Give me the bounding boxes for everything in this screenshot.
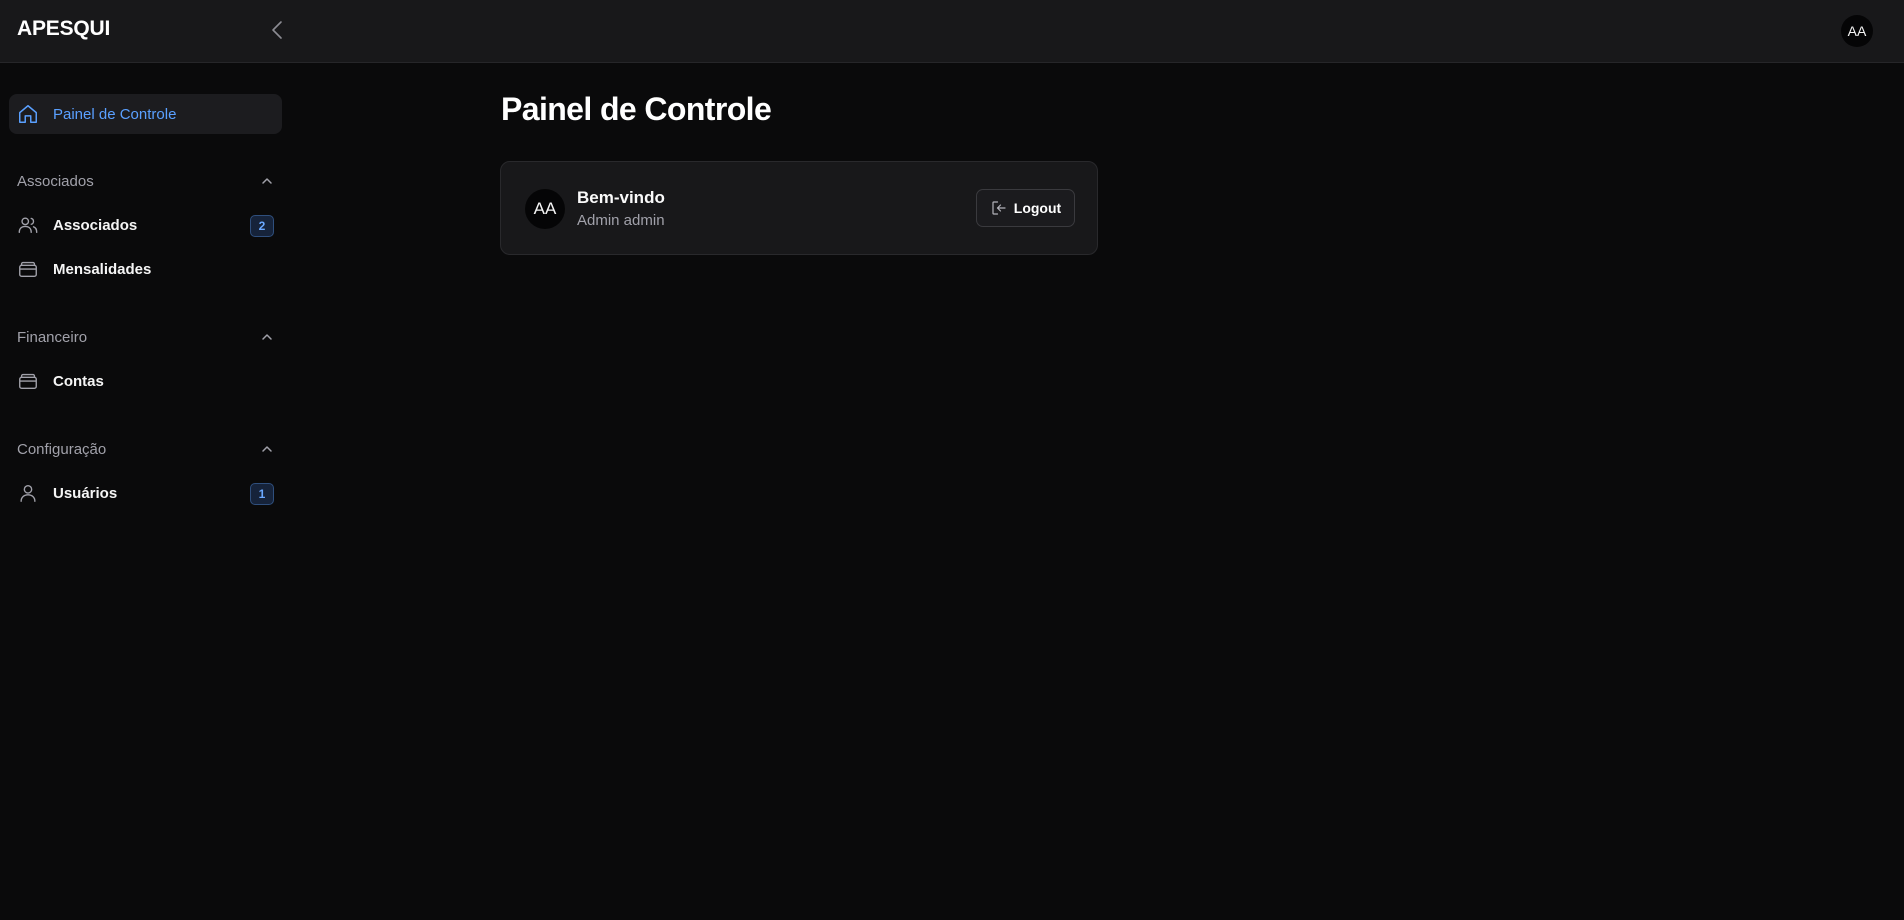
section-header-associados[interactable]: Associados (17, 169, 275, 193)
logout-label: Logout (1013, 200, 1062, 216)
sidebar-item-label: Contas (53, 372, 104, 390)
logout-icon (992, 201, 1006, 215)
welcome-card: AA Bem-vindo Admin admin Logout (500, 161, 1098, 255)
section-header-financeiro[interactable]: Financeiro (17, 325, 275, 349)
home-icon (19, 105, 37, 123)
section-header-configuracao[interactable]: Configuração (17, 437, 275, 461)
sidebar-item-usuarios[interactable]: Usuários 1 (9, 473, 282, 513)
user-icon (20, 484, 36, 502)
sidebar-item-label: Usuários (53, 484, 118, 502)
logout-button[interactable]: Logout (976, 189, 1075, 227)
sidebar-item-label: Painel de Controle (53, 105, 177, 123)
sidebar-item-label: Mensalidades (53, 260, 152, 278)
count-badge: 2 (250, 215, 274, 237)
user-avatar-button[interactable]: AA (1841, 15, 1873, 47)
wallet-icon (19, 261, 37, 278)
wallet-icon (19, 373, 37, 390)
top-bar: APESQUI AA (0, 0, 1904, 63)
section-title: Configuração (17, 440, 107, 458)
sidebar-item-painel-de-controle[interactable]: Painel de Controle (9, 94, 282, 134)
section-title: Associados (17, 172, 94, 190)
sidebar: Painel de Controle Associados Associados… (0, 63, 290, 920)
sidebar-collapse-button[interactable] (266, 18, 288, 42)
sidebar-item-associados[interactable]: Associados 2 (9, 205, 282, 245)
user-name: Admin admin (577, 212, 665, 229)
chevron-up-icon (262, 178, 272, 184)
chevron-up-icon (262, 334, 272, 340)
avatar: AA (525, 189, 565, 229)
users-icon (18, 217, 38, 234)
sidebar-item-label: Associados (53, 216, 138, 234)
count-badge: 1 (250, 483, 274, 505)
chevron-left-icon (272, 21, 282, 39)
welcome-heading: Bem-vindo (577, 188, 665, 207)
sidebar-item-contas[interactable]: Contas (9, 361, 282, 401)
page-title: Painel de Controle (501, 91, 772, 127)
section-title: Financeiro (17, 328, 88, 346)
brand-logo[interactable]: APESQUI (17, 17, 110, 41)
chevron-up-icon (262, 446, 272, 452)
sidebar-item-mensalidades[interactable]: Mensalidades (9, 249, 282, 289)
